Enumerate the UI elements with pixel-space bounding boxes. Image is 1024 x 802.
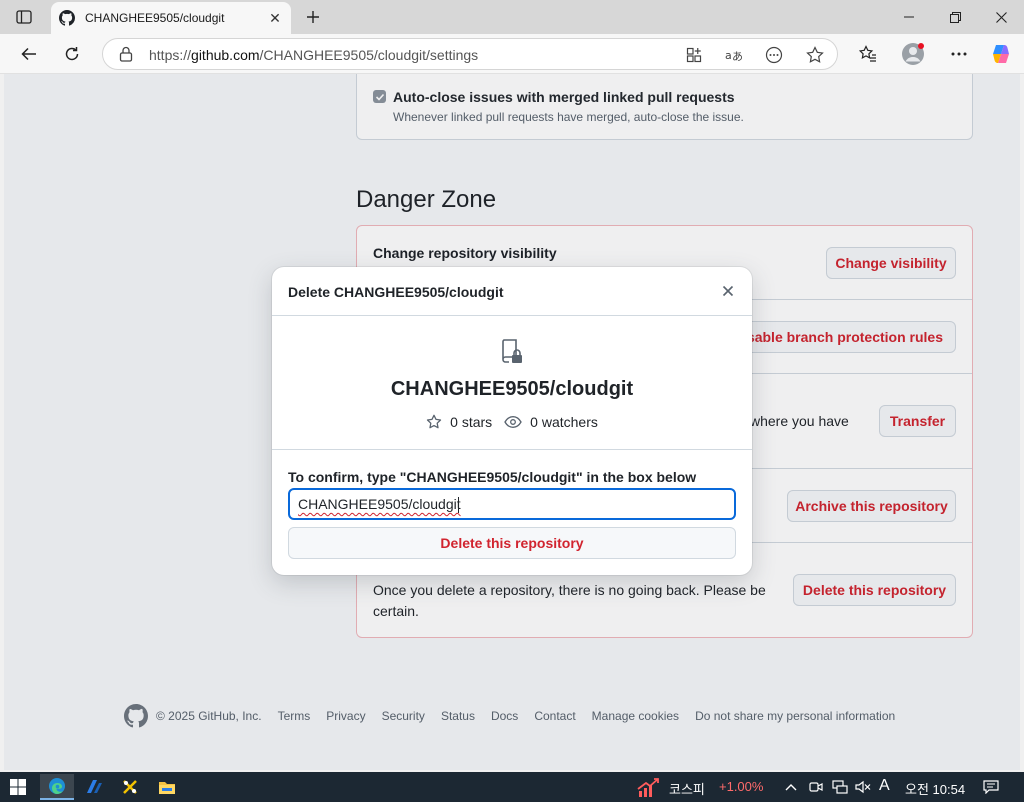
- change-visibility-button[interactable]: Change visibility: [826, 247, 956, 279]
- favorites-list-icon[interactable]: [853, 40, 883, 68]
- windows-taskbar: 코스피 +1.00% A 오전 10:54: [0, 772, 1024, 802]
- delete-repository-button-bg[interactable]: Delete this repository: [793, 574, 956, 606]
- confirm-instruction-label: To confirm, type "CHANGHEE9505/cloudgit"…: [288, 469, 697, 485]
- favorite-star-icon[interactable]: [802, 43, 828, 67]
- address-bar[interactable]: https://github.com/CHANGHEE9505/cloudgit…: [102, 38, 838, 70]
- stock-chart-icon[interactable]: [633, 774, 663, 800]
- dialog-repo-name: CHANGHEE9505/cloudgit: [390, 378, 634, 400]
- back-arrow-icon[interactable]: [14, 40, 44, 68]
- watchers-stat: 0 watchers: [504, 414, 598, 430]
- auto-close-label: Auto-close issues with merged linked pul…: [393, 89, 735, 105]
- archive-repository-button[interactable]: Archive this repository: [787, 490, 956, 522]
- tab-actions-menu-icon[interactable]: [8, 4, 40, 30]
- browser-tab-active[interactable]: CHANGHEE9505/cloudgit ✕: [51, 2, 291, 34]
- stock-change[interactable]: +1.00%: [719, 779, 763, 794]
- browser-tab-bar: CHANGHEE9505/cloudgit ✕: [0, 0, 1024, 34]
- confirm-input-value: CHANGHEE9505/cloudgit: [298, 496, 461, 512]
- stars-count: 0 stars: [450, 414, 493, 430]
- auto-close-checkbox[interactable]: [373, 90, 386, 103]
- input-method-indicator[interactable]: A: [879, 777, 890, 795]
- read-aloud-translate-icon[interactable]: aあ: [721, 43, 747, 67]
- winget-app-icon[interactable]: [77, 774, 111, 800]
- stars-stat: 0 stars: [426, 414, 492, 430]
- footer-link-status[interactable]: Status: [441, 709, 475, 723]
- utility-app-icon[interactable]: [113, 774, 147, 800]
- dialog-header: Delete CHANGHEE9505/cloudgit: [272, 267, 752, 316]
- delete-repository-description: Once you delete a repository, there is n…: [373, 582, 766, 619]
- svg-text:あ: あ: [732, 50, 743, 62]
- confirm-delete-button[interactable]: Delete this repository: [288, 527, 736, 559]
- settings-more-icon[interactable]: [944, 40, 974, 68]
- profile-avatar-icon[interactable]: [898, 40, 928, 68]
- page-footer: © 2025 GitHub, Inc. Terms Privacy Securi…: [124, 704, 895, 728]
- danger-zone-title: Danger Zone: [356, 186, 497, 213]
- lock-icon[interactable]: [119, 46, 133, 62]
- delete-repository-dialog: Delete CHANGHEE9505/cloudgit CHANGHEE950…: [272, 267, 752, 575]
- footer-copyright: © 2025 GitHub, Inc.: [156, 709, 262, 723]
- eye-icon: [504, 416, 522, 428]
- footer-link-docs[interactable]: Docs: [491, 709, 518, 723]
- minimize-window-icon[interactable]: [886, 0, 932, 34]
- dialog-title: Delete CHANGHEE9505/cloudgit: [288, 284, 504, 300]
- footer-link-manage-cookies[interactable]: Manage cookies: [592, 709, 679, 723]
- footer-link-terms[interactable]: Terms: [278, 709, 311, 723]
- restore-window-icon[interactable]: [932, 0, 978, 34]
- footer-link-privacy[interactable]: Privacy: [326, 709, 365, 723]
- github-favicon-icon: [59, 10, 75, 26]
- tab-title: CHANGHEE9505/cloudgit: [85, 11, 225, 25]
- notification-center-icon[interactable]: [978, 774, 1004, 800]
- show-hidden-icons-chevron-icon[interactable]: [781, 774, 801, 800]
- clock-time[interactable]: 오전 10:54: [905, 779, 965, 798]
- app-available-icon[interactable]: [681, 43, 707, 67]
- volume-muted-icon[interactable]: [853, 774, 873, 800]
- watchers-count: 0 watchers: [530, 414, 598, 430]
- file-explorer-icon[interactable]: [150, 774, 184, 800]
- github-logo-icon[interactable]: [124, 704, 148, 728]
- stock-name[interactable]: 코스피: [669, 779, 705, 798]
- auto-close-description: Whenever linked pull requests have merge…: [393, 110, 744, 124]
- footer-link-do-not-share[interactable]: Do not share my personal information: [695, 709, 895, 723]
- disable-branch-protection-button[interactable]: Disable branch protection rules: [733, 321, 956, 353]
- more-options-circle-icon[interactable]: [761, 43, 787, 67]
- repo-locked-icon: [500, 338, 524, 366]
- tab-close-icon[interactable]: ✕: [263, 6, 287, 30]
- windows-start-icon[interactable]: [1, 774, 35, 800]
- change-visibility-heading: Change repository visibility: [373, 245, 557, 261]
- refresh-icon[interactable]: [57, 40, 87, 68]
- dialog-repo-summary: CHANGHEE9505/cloudgit 0 stars 0 watchers: [272, 316, 752, 450]
- transfer-description-fragment: where you have: [750, 413, 849, 429]
- text-caret: [458, 497, 459, 513]
- copilot-icon[interactable]: [986, 40, 1016, 68]
- new-tab-plus-icon[interactable]: [300, 4, 326, 30]
- svg-text:a: a: [725, 49, 732, 62]
- repo-stats: 0 stars 0 watchers: [272, 414, 752, 430]
- browser-toolbar: https://github.com/CHANGHEE9505/cloudgit…: [0, 34, 1024, 74]
- meet-now-icon[interactable]: [806, 774, 826, 800]
- star-icon: [426, 414, 442, 429]
- edge-browser-icon[interactable]: [40, 774, 74, 800]
- pull-requests-settings-box: [356, 74, 973, 140]
- network-icon[interactable]: [830, 774, 850, 800]
- transfer-button[interactable]: Transfer: [879, 405, 956, 437]
- footer-link-security[interactable]: Security: [382, 709, 425, 723]
- close-icon[interactable]: [716, 279, 740, 303]
- confirm-repo-name-input[interactable]: CHANGHEE9505/cloudgit: [288, 488, 736, 520]
- url-text[interactable]: https://github.com/CHANGHEE9505/cloudgit…: [149, 47, 478, 63]
- footer-link-contact[interactable]: Contact: [534, 709, 575, 723]
- close-window-icon[interactable]: [978, 0, 1024, 34]
